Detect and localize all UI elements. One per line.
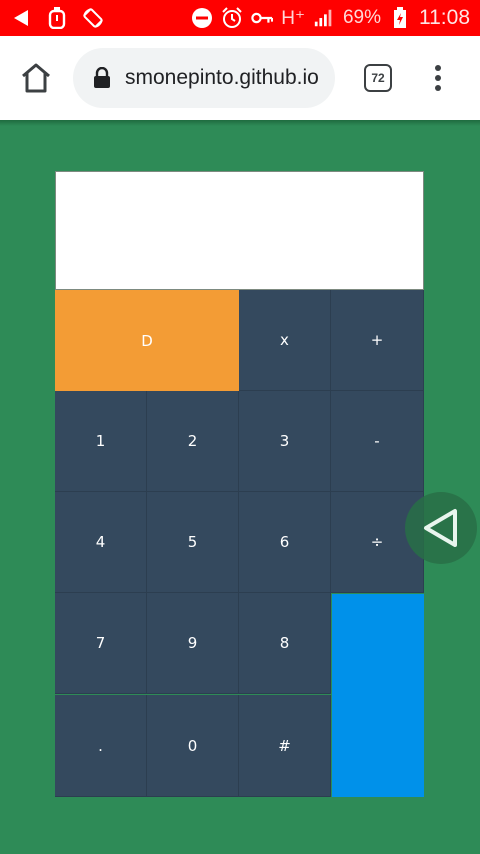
toolbar-shadow (0, 120, 480, 126)
battery-percent: 69% (342, 7, 381, 28)
more-vert-icon (435, 65, 441, 91)
lock-icon (93, 66, 111, 89)
add-key[interactable]: + (331, 290, 424, 391)
network-type: H⁺ (281, 7, 305, 29)
clock: 11:08 (419, 6, 470, 29)
address-bar[interactable]: smonepinto.github.io (73, 48, 335, 108)
triangle-back-icon (424, 509, 457, 547)
key-6[interactable]: 6 (239, 492, 331, 593)
floating-back-button[interactable] (405, 492, 477, 564)
decimal-key[interactable]: . (55, 695, 147, 797)
tab-switcher-button[interactable]: 72 (364, 64, 392, 92)
back-arrow-icon (10, 7, 32, 29)
alarm-icon (221, 7, 243, 29)
rotate-icon (82, 7, 104, 29)
key-0[interactable]: 0 (147, 695, 239, 797)
key-9[interactable]: 9 (147, 593, 239, 694)
key-8[interactable]: 8 (239, 593, 331, 694)
calculator: D x + 1 2 3 - 4 5 6 ÷ 7 9 8 . 0 # (55, 171, 424, 797)
delete-key[interactable]: D (55, 290, 239, 391)
status-bar: H⁺ 69% 11:08 (0, 0, 480, 36)
signal-icon (313, 7, 335, 29)
do-not-disturb-icon (191, 7, 213, 29)
browser-toolbar: smonepinto.github.io 72 (0, 36, 480, 120)
key-4[interactable]: 4 (55, 492, 147, 593)
key-1[interactable]: 1 (55, 391, 147, 492)
key-3[interactable]: 3 (239, 391, 331, 492)
home-icon (22, 63, 50, 93)
subtract-key[interactable]: - (331, 391, 424, 492)
key-7[interactable]: 7 (55, 593, 147, 694)
hash-key[interactable]: # (239, 695, 331, 797)
url-text: smonepinto.github.io (125, 66, 319, 89)
calculator-display (55, 171, 424, 290)
key-2[interactable]: 2 (147, 391, 239, 492)
vpn-key-icon (251, 7, 274, 29)
stopwatch-icon (46, 7, 68, 29)
overflow-menu-button[interactable] (428, 58, 448, 98)
equals-key[interactable] (332, 594, 424, 797)
key-5[interactable]: 5 (147, 492, 239, 593)
battery-icon (389, 7, 411, 29)
home-button[interactable] (18, 62, 54, 94)
multiply-key[interactable]: x (239, 290, 331, 391)
